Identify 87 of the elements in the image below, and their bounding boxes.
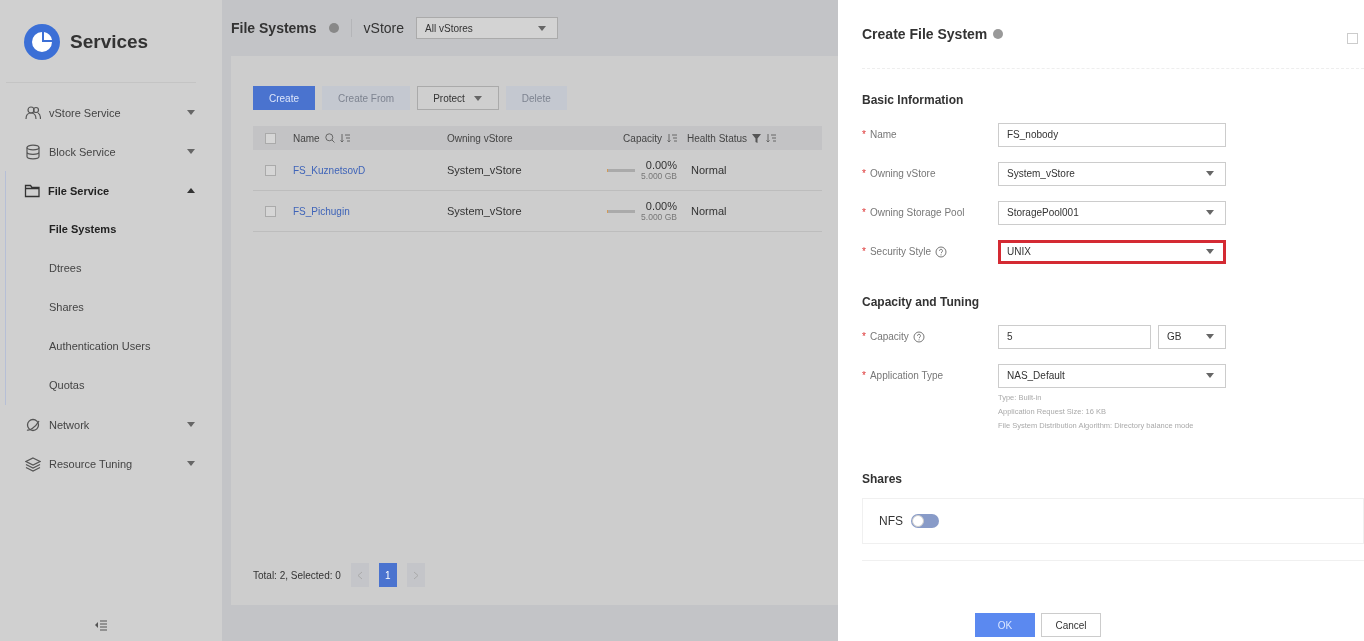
caret-icon <box>1205 247 1215 256</box>
toggle-switch[interactable] <box>911 514 939 528</box>
input-field[interactable]: 5 <box>998 324 1151 349</box>
table-cell: System_vStore <box>447 205 522 217</box>
search-icon[interactable] <box>324 133 335 143</box>
database-icon <box>25 143 41 160</box>
field-label: Owning vStore <box>869 168 936 179</box>
sort-icon[interactable] <box>667 133 677 143</box>
dialog-title: Create File System <box>862 26 988 42</box>
sidebar-item[interactable]: vStore Service <box>7 93 222 132</box>
capacity-bar <box>607 209 636 213</box>
section-title: Shares <box>862 472 904 486</box>
column-header: Capacity <box>623 132 662 144</box>
sidebar-subitem[interactable]: Authentication Users <box>6 327 222 366</box>
caret-icon <box>1205 169 1215 178</box>
sidebar-subitem[interactable]: Dtrees <box>6 249 222 288</box>
vstore-label: vStore <box>363 20 405 36</box>
sidebar-title: Services <box>70 31 149 53</box>
sidebar-item[interactable]: Network <box>7 405 222 444</box>
caret-icon <box>1205 371 1215 380</box>
dropdown[interactable]: UNIX <box>998 239 1226 264</box>
sidebar-item[interactable]: File Service <box>6 171 222 210</box>
collapse-icon[interactable] <box>94 619 108 631</box>
chevron-left-icon <box>356 570 363 580</box>
layers-icon <box>25 455 41 472</box>
file-system-link[interactable]: FS_KuznetsovD <box>293 164 366 176</box>
page-title: File Systems <box>231 20 317 36</box>
sidebar-subitem[interactable]: File Systems <box>6 210 222 249</box>
checkbox[interactable] <box>265 132 276 144</box>
required-mark: * <box>862 331 866 342</box>
field-label: Owning Storage Pool <box>869 207 965 218</box>
caret-icon <box>537 23 548 33</box>
required-mark: * <box>862 168 866 179</box>
unit-dropdown[interactable]: GB <box>1158 324 1226 349</box>
previous-page-button[interactable] <box>350 563 369 587</box>
column-header: Health Status <box>687 132 748 144</box>
required-mark: * <box>862 246 866 257</box>
page-button[interactable]: 1 <box>378 563 397 587</box>
column-header: Name <box>293 132 320 144</box>
toolbar-button[interactable]: Create <box>253 86 315 110</box>
sidebar-item[interactable]: Block Service <box>7 132 222 171</box>
file-system-link[interactable]: FS_Pichugin <box>293 205 350 217</box>
checkbox[interactable] <box>1347 33 1358 44</box>
caret-icon <box>1205 208 1215 217</box>
field-label: Security Style <box>869 246 932 257</box>
capacity-size: 5.000 GB <box>641 212 677 222</box>
next-page-button[interactable] <box>406 563 425 587</box>
caret-icon <box>472 93 483 103</box>
checkbox[interactable] <box>265 164 276 176</box>
table-cell: Normal <box>691 205 727 217</box>
logo-icon <box>24 24 60 60</box>
required-mark: * <box>862 370 866 381</box>
capacity-bar <box>607 168 636 172</box>
sidebar-subitem[interactable]: Quotas <box>6 366 222 405</box>
required-mark: * <box>862 207 866 218</box>
capacity-size: 5.000 GB <box>641 171 677 181</box>
input-field[interactable]: FS_nobody <box>998 122 1226 147</box>
section-title: Capacity and Tuning <box>862 295 981 309</box>
table-cell: System_vStore <box>447 164 522 176</box>
field-label: Capacity <box>869 331 909 342</box>
cancel-button[interactable]: Cancel <box>1041 613 1101 637</box>
folder-icon <box>24 182 40 199</box>
share-label: NFS <box>879 514 903 528</box>
dropdown-button[interactable]: Protect <box>417 86 499 110</box>
capacity-percent: 0.00% <box>645 200 677 212</box>
sidebar-item[interactable]: Resource Tuning <box>7 444 222 483</box>
sort-icon[interactable] <box>339 133 350 143</box>
dropdown[interactable]: NAS_Default <box>998 363 1226 388</box>
dropdown[interactable]: System_vStore <box>998 161 1226 186</box>
checkbox[interactable] <box>265 205 276 217</box>
chevron-right-icon <box>412 570 419 580</box>
planet-icon <box>25 416 41 433</box>
filter-icon[interactable] <box>752 133 762 143</box>
dropdown[interactable]: StoragePool001 <box>998 200 1226 225</box>
users-icon <box>25 104 41 121</box>
capacity-percent: 0.00% <box>645 159 677 171</box>
field-label: Name <box>869 129 897 140</box>
vstore-dropdown[interactable]: All vStores <box>416 17 559 39</box>
caret-icon <box>1205 332 1215 341</box>
field-label: Application Type <box>869 370 944 381</box>
table-cell: Normal <box>691 164 727 176</box>
sort-icon[interactable] <box>766 133 777 143</box>
required-mark: * <box>862 129 866 140</box>
sidebar-subitem[interactable]: Shares <box>6 288 222 327</box>
pagination-summary: Total: 2, Selected: 0 <box>253 569 341 581</box>
column-header: Owning vStore <box>447 132 513 144</box>
section-title: Basic Information <box>862 93 965 107</box>
